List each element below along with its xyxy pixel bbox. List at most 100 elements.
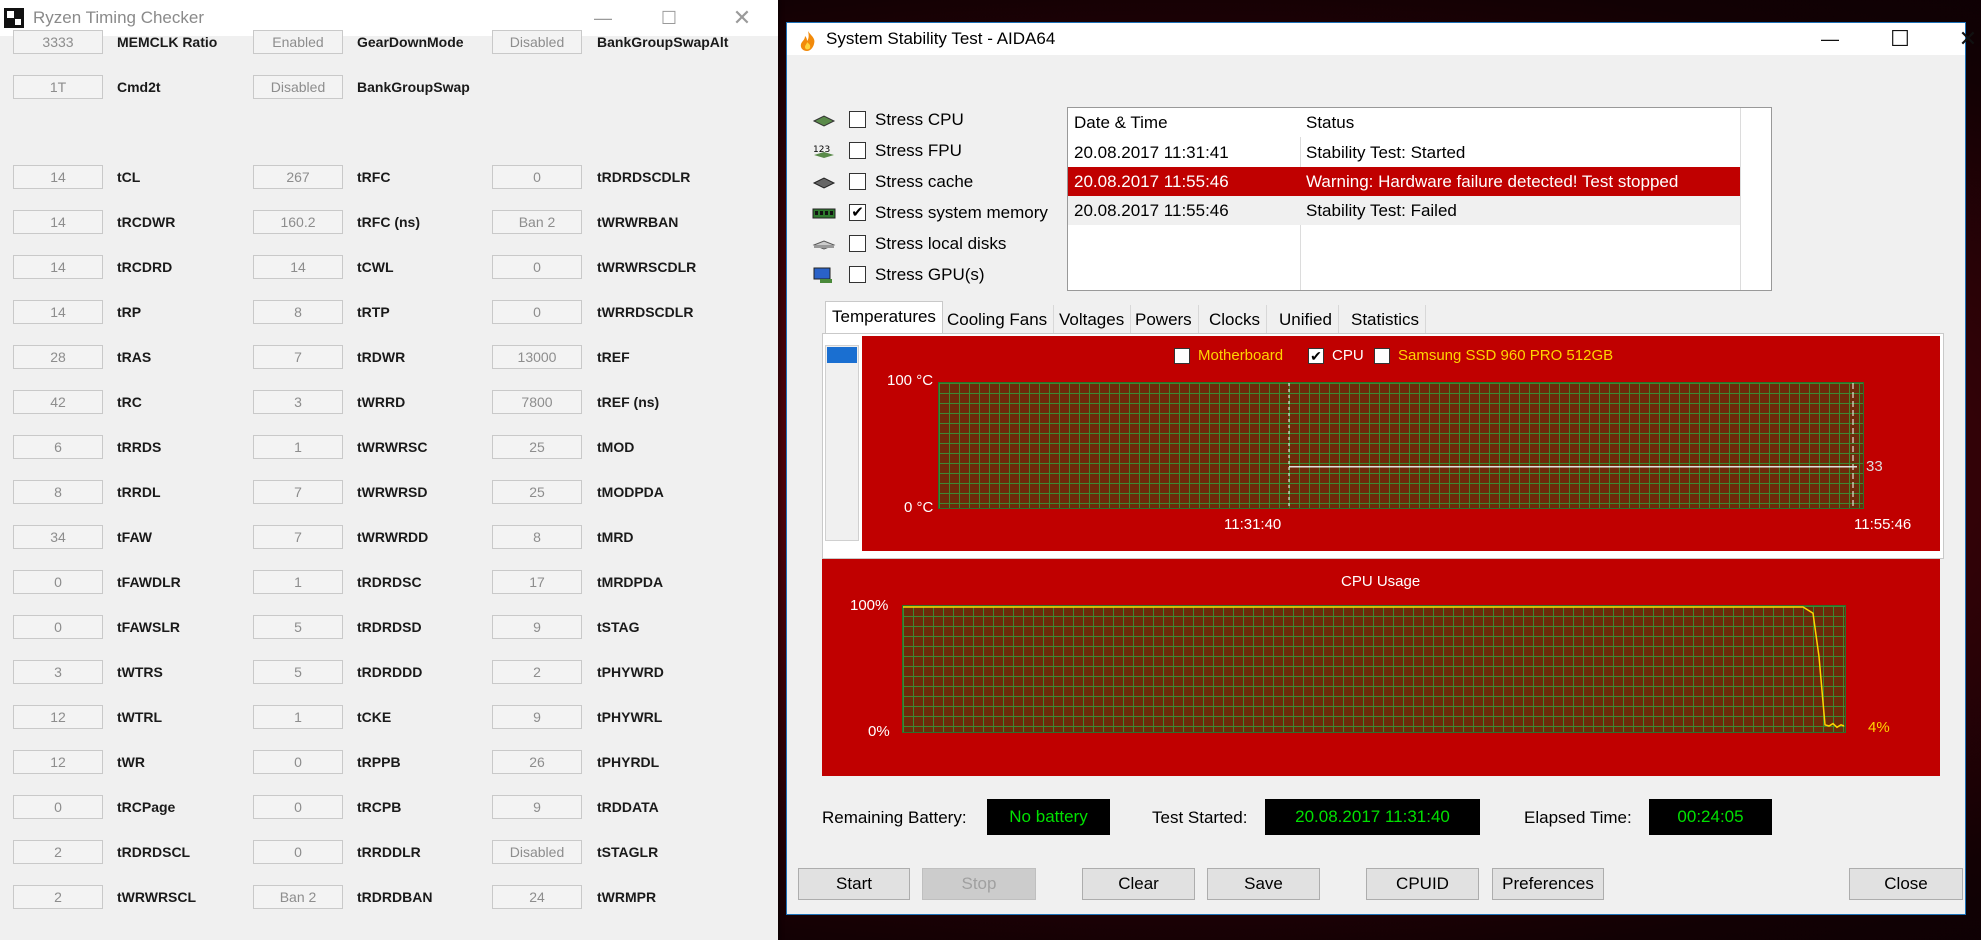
timing-label: tRDRDSCDLR: [597, 169, 691, 185]
temperature-plot-area: [938, 382, 1864, 509]
cpuid-button[interactable]: CPUID: [1366, 868, 1479, 900]
timing-row: 14 tCL 267 tRFC 0 tRDRDSCDLR: [0, 162, 778, 192]
maximize-button[interactable]: ☐: [1872, 23, 1928, 55]
scroll-thumb[interactable]: [827, 347, 857, 363]
timing-row: 1T Cmd2t Disabled BankGroupSwap: [0, 72, 778, 102]
graph-list-scrollbar[interactable]: [825, 345, 859, 541]
timing-row: 0 tRCPage 0 tRCPB 9 tRDDATA: [0, 792, 778, 822]
close-button[interactable]: ✕: [1940, 23, 1981, 55]
stress-option-label[interactable]: Stress cache: [875, 169, 973, 195]
clear-button[interactable]: Clear: [1082, 868, 1195, 900]
timing-label: tRDRDSD: [357, 619, 422, 635]
timing-label: tWR: [117, 754, 145, 770]
timing-label: tSTAGLR: [597, 844, 659, 860]
stress-option-label[interactable]: Stress system memory: [875, 200, 1048, 226]
tab-temperatures[interactable]: Temperatures: [825, 301, 943, 336]
stress-checkbox[interactable]: [849, 173, 866, 190]
stress-option-label[interactable]: Stress local disks: [875, 231, 1006, 257]
stress-option[interactable]: ✔ Stress system memory: [812, 200, 1072, 226]
stress-option[interactable]: Stress GPU(s): [812, 262, 1072, 288]
timing-label: tRRDS: [117, 439, 162, 455]
save-button[interactable]: Save: [1207, 868, 1320, 900]
legend-checkbox[interactable]: [1174, 348, 1190, 364]
event-log-table[interactable]: Date & Time Status 20.08.2017 11:31:41 St…: [1067, 107, 1772, 291]
x-axis-start-label: 11:31:40: [1224, 516, 1282, 533]
preferences-button[interactable]: Preferences: [1492, 868, 1604, 900]
column-divider: [1740, 108, 1741, 290]
stress-option[interactable]: Stress cache: [812, 169, 1072, 195]
table-row[interactable]: 20.08.2017 11:55:46 Warning: Hardware fai…: [1068, 167, 1740, 196]
stop-button[interactable]: Stop: [922, 868, 1036, 900]
stress-checkbox[interactable]: [849, 266, 866, 283]
stress-option-label[interactable]: Stress CPU: [875, 107, 964, 133]
start-button[interactable]: Start: [798, 868, 910, 900]
timing-row: 2 tRDRDSCL 0 tRRDDLR Disabled tSTAGLR: [0, 837, 778, 867]
log-status-cell: Stability Test: Started: [1306, 143, 1466, 162]
tab-statistics[interactable]: Statistics: [1345, 305, 1427, 334]
timing-value-field: 34: [13, 525, 103, 549]
legend-label[interactable]: Motherboard: [1198, 347, 1283, 365]
timing-row: 12 tWTRL 1 tCKE 9 tPHYWRL: [0, 702, 778, 732]
timing-row: 14 tRCDWR 160.2 tRFC (ns) Ban 2 tWRWRBAN: [0, 207, 778, 237]
timing-label: tCKE: [357, 709, 392, 725]
timing-row: 2 tWRWRSCL Ban 2 tRDRDBAN 24 tWRMPR: [0, 882, 778, 912]
stress-checkbox[interactable]: [849, 235, 866, 252]
cache-chip-icon: [812, 177, 836, 189]
timing-value-field: 9: [492, 615, 582, 639]
close-button[interactable]: Close: [1849, 868, 1963, 900]
stress-checkbox[interactable]: ✔: [849, 204, 866, 221]
minimize-button[interactable]: ―: [1802, 23, 1858, 55]
stress-option-label[interactable]: Stress GPU(s): [875, 262, 985, 288]
header-date-time[interactable]: Date & Time: [1074, 108, 1168, 137]
timing-label: tSTAG: [597, 619, 640, 635]
timing-label: tRCPB: [357, 799, 402, 815]
stress-option[interactable]: 123 Stress FPU: [812, 138, 1072, 164]
ryzen-logo-icon: [4, 8, 24, 28]
timing-value-field: 1: [253, 705, 343, 729]
aida-titlebar[interactable]: System Stability Test - AIDA64 ― ☐ ✕: [787, 23, 1977, 55]
timing-label: tRTP: [357, 304, 390, 320]
stress-option[interactable]: Stress CPU: [812, 107, 1072, 133]
tab-unified[interactable]: Unified: [1273, 305, 1339, 334]
timing-value-field: 0: [492, 255, 582, 279]
elapsed-time-value: 00:24:05: [1649, 799, 1772, 835]
stress-checkbox[interactable]: [849, 111, 866, 128]
timing-value-field: 0: [253, 795, 343, 819]
table-row[interactable]: 20.08.2017 11:31:41 Stability Test: Start…: [1068, 138, 1740, 167]
timing-value-field: Disabled: [492, 30, 582, 54]
timing-label: tRFC (ns): [357, 214, 420, 230]
legend-label[interactable]: Samsung SSD 960 PRO 512GB: [1398, 347, 1613, 365]
hard-disk-icon: [812, 240, 836, 250]
log-status-cell: Stability Test: Failed: [1306, 201, 1457, 220]
timing-value-field: 26: [492, 750, 582, 774]
tab-voltages[interactable]: Voltages: [1053, 305, 1132, 334]
temperature-plot: [1288, 383, 1857, 508]
timing-row: 42 tRC 3 tWRRD 7800 tREF (ns): [0, 387, 778, 417]
y-axis-min-label: 0 °C: [904, 499, 934, 516]
tab-clocks[interactable]: Clocks: [1203, 305, 1268, 334]
timing-value-field: 25: [492, 480, 582, 504]
timing-label: tRCDWR: [117, 214, 176, 230]
legend-checkbox[interactable]: [1374, 348, 1390, 364]
timing-value-field: 12: [13, 750, 103, 774]
timing-value-field: 14: [13, 210, 103, 234]
timing-label: tRPPB: [357, 754, 401, 770]
stress-option[interactable]: Stress local disks: [812, 231, 1072, 257]
timing-value-field: 17: [492, 570, 582, 594]
header-status[interactable]: Status: [1306, 108, 1354, 137]
timing-label: tRAS: [117, 349, 152, 365]
tab-cooling-fans[interactable]: Cooling Fans: [941, 305, 1055, 334]
timing-label: tMRD: [597, 529, 634, 545]
stress-option-label[interactable]: Stress FPU: [875, 138, 962, 164]
stress-checkbox[interactable]: [849, 142, 866, 159]
tab-powers[interactable]: Powers: [1129, 305, 1199, 334]
legend-checkbox[interactable]: ✔: [1308, 348, 1324, 364]
timing-label: tRCDRD: [117, 259, 173, 275]
timing-value-field: 28: [13, 345, 103, 369]
temperature-graph: Motherboard ✔ CPU Samsung SSD 960 PRO 512GB…: [862, 336, 1940, 551]
timing-value-field: 0: [13, 795, 103, 819]
timing-label: tWRWRSCDLR: [597, 259, 697, 275]
timing-label: tWTRL: [117, 709, 163, 725]
table-row[interactable]: 20.08.2017 11:55:46 Stability Test: Faile…: [1068, 196, 1740, 225]
legend-label[interactable]: CPU: [1332, 347, 1364, 365]
